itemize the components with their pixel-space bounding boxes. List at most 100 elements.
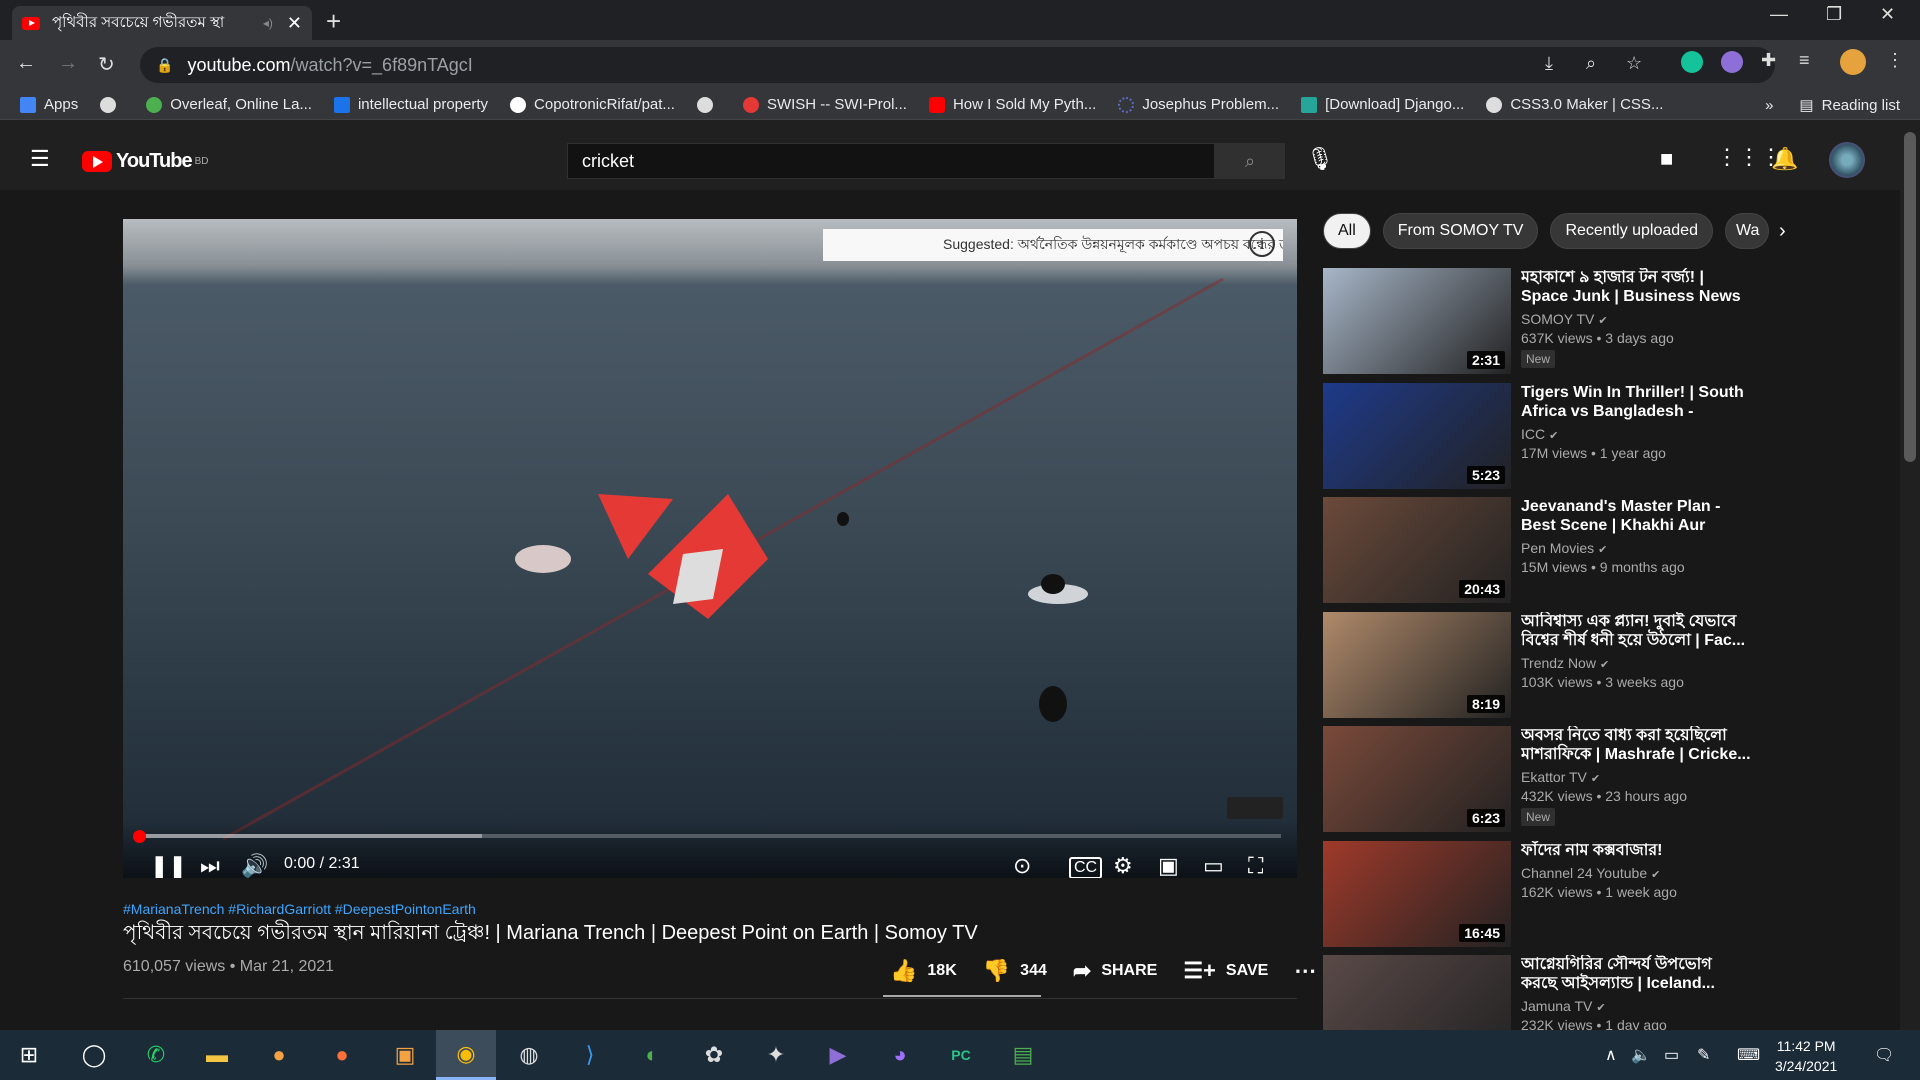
share-button[interactable]: ➦ SHARE xyxy=(1073,958,1157,984)
video-thumbnail[interactable]: 8:19 xyxy=(1323,611,1511,718)
install-icon[interactable]: ⤓ xyxy=(1545,53,1553,74)
like-button[interactable]: 👍 18K xyxy=(890,958,957,984)
taskbar-clock[interactable]: 11:42 PM 3/24/2021 xyxy=(1775,1036,1837,1076)
recommendation-item[interactable]: 5:23 Tigers Win In Thriller! | South Afri… xyxy=(1323,382,1893,491)
grammarly-extension-icon[interactable] xyxy=(1681,51,1703,73)
profile-avatar[interactable] xyxy=(1840,49,1866,75)
save-button[interactable]: ☰+ SAVE xyxy=(1183,958,1268,984)
youtube-logo[interactable]: YouTube BD xyxy=(82,150,208,173)
extensions-puzzle-icon[interactable]: ✚ xyxy=(1761,50,1776,71)
chip-all[interactable]: All xyxy=(1323,213,1371,249)
notifications-bell-icon[interactable]: 🔔 xyxy=(1771,146,1798,172)
next-icon[interactable]: ⏭ xyxy=(200,853,220,878)
chip-from-channel[interactable]: From SOMOY TV xyxy=(1382,213,1539,249)
recommendation-item[interactable]: 6:23 অবসর নিতে বাধ্য করা হয়েছিলো মাশরাফি… xyxy=(1323,726,1893,834)
pen-icon[interactable]: ✎ xyxy=(1697,1045,1710,1065)
network-icon[interactable]: ▭ xyxy=(1664,1045,1679,1065)
recommendation-title[interactable]: মহাকাশে ৯ হাজার টন বর্জ্য! | Space Junk … xyxy=(1521,268,1751,306)
chevron-more-icon[interactable]: » xyxy=(1765,97,1773,114)
video-player[interactable]: Suggested: অর্থনৈতিক উন্নয়নমূলক কর্মকাণ… xyxy=(123,219,1297,878)
page-scrollbar[interactable] xyxy=(1900,120,1920,1030)
firefox-icon[interactable]: ● xyxy=(325,1038,359,1072)
minimize-icon[interactable]: — xyxy=(1770,4,1788,25)
extension-icon[interactable] xyxy=(1721,51,1743,73)
bookmark-github[interactable]: CopotronicRifat/pat... xyxy=(510,96,675,113)
app-icon[interactable]: ✿ xyxy=(697,1038,731,1072)
recommendation-item[interactable]: 16:45 ফাঁদের নাম কক্সবাজার! Channel 24 You… xyxy=(1323,840,1893,949)
recommendation-item[interactable]: 2:31 মহাকাশে ৯ হাজার টন বর্জ্য! | Space J… xyxy=(1323,268,1893,376)
video-thumbnail[interactable]: 16:45 xyxy=(1323,840,1511,947)
media-control-icon[interactable]: ≡ xyxy=(1799,50,1810,71)
bookmark-apps[interactable]: Apps xyxy=(20,96,78,113)
microphone-icon[interactable]: 🎙 xyxy=(1306,146,1334,172)
chevron-right-icon[interactable]: › xyxy=(1779,220,1786,243)
chip-recently-uploaded[interactable]: Recently uploaded xyxy=(1550,213,1713,249)
visual-studio-icon[interactable]: ▶ xyxy=(821,1038,855,1072)
app-icon[interactable]: ✦ xyxy=(759,1038,793,1072)
pause-icon[interactable]: ❚❚ xyxy=(150,853,187,878)
tab-close-icon[interactable]: ✕ xyxy=(287,13,302,34)
search-button[interactable]: ⌕ xyxy=(1215,143,1285,179)
bookmark-swish[interactable]: SWISH -- SWI-Prol... xyxy=(742,96,907,113)
vscode-icon[interactable]: ⟩ xyxy=(573,1038,607,1072)
chip-watched[interactable]: Wa xyxy=(1724,213,1769,249)
channel-name[interactable]: Pen Movies xyxy=(1521,540,1594,556)
recommendation-title[interactable]: Tigers Win In Thriller! | South Africa v… xyxy=(1521,383,1751,421)
tab-mute-icon[interactable]: ◂) xyxy=(263,16,273,30)
app-icon[interactable]: ● xyxy=(262,1038,296,1072)
video-thumbnail[interactable]: 20:43 xyxy=(1323,497,1511,603)
pycharm-icon[interactable]: PC xyxy=(944,1038,978,1072)
bookmark-overleaf[interactable]: Overleaf, Online La... xyxy=(146,96,312,113)
account-avatar[interactable] xyxy=(1829,142,1865,178)
bookmark-globe[interactable] xyxy=(100,96,124,113)
reload-icon[interactable]: ↻ xyxy=(98,52,115,77)
close-window-icon[interactable]: ✕ xyxy=(1880,4,1895,25)
maximize-icon[interactable]: ❐ xyxy=(1826,4,1842,25)
tray-chevron-icon[interactable]: ∧ xyxy=(1605,1045,1617,1065)
app-icon[interactable]: ▤ xyxy=(1006,1038,1040,1072)
channel-name[interactable]: Ekattor TV xyxy=(1521,769,1587,785)
video-thumbnail[interactable]: 2:31 xyxy=(1323,268,1511,374)
progress-bar[interactable] xyxy=(133,830,1281,843)
search-input[interactable]: cricket xyxy=(567,143,1215,179)
recommendation-title[interactable]: আবিশ্বাস্য এক প্ল্যান! দুবাই যেভাবে বিশ্… xyxy=(1521,612,1751,650)
autoplay-toggle-icon[interactable]: ⊙ xyxy=(1013,853,1031,878)
more-actions-icon[interactable]: ⋯ xyxy=(1294,958,1316,984)
browser-menu-icon[interactable]: ⋮ xyxy=(1886,50,1904,71)
zoom-icon[interactable]: ⌕ xyxy=(1586,53,1596,74)
miniplayer-icon[interactable]: ▣ xyxy=(1158,853,1179,878)
reading-list[interactable]: » ▤ Reading list xyxy=(1765,96,1900,114)
fullscreen-icon[interactable]: ⛶ xyxy=(1248,853,1263,878)
cortana-icon[interactable]: ◯ xyxy=(77,1038,111,1072)
bookmark-ip[interactable]: intellectual property xyxy=(333,96,488,113)
app-icon[interactable]: ▣ xyxy=(388,1038,422,1072)
bookmark-django[interactable]: [Download] Django... xyxy=(1301,96,1464,113)
captions-icon[interactable]: CC xyxy=(1069,857,1103,878)
recommendation-item[interactable]: 8:19 আবিশ্বাস্য এক প্ল্যান! দুবাই যেভাবে … xyxy=(1323,611,1893,720)
channel-name[interactable]: Trendz Now xyxy=(1521,655,1596,671)
suggested-video-card[interactable]: Suggested: অর্থনৈতিক উন্নয়নমূলক কর্মকাণ… xyxy=(823,229,1283,261)
bookmark-star-icon[interactable]: ☆ xyxy=(1626,53,1642,74)
hashtags[interactable]: #MarianaTrench #RichardGarriott #Deepest… xyxy=(123,901,476,917)
channel-name[interactable]: SOMOY TV xyxy=(1521,311,1594,327)
dislike-button[interactable]: 👎 344 xyxy=(983,958,1047,984)
recommendation-title[interactable]: ফাঁদের নাম কক্সবাজার! xyxy=(1521,841,1751,860)
recommendation-title[interactable]: আগ্নেয়গিরির সৌন্দর্য উপভোগ করছে আইসল্যা… xyxy=(1521,955,1751,993)
chrome-icon[interactable]: ◉ xyxy=(436,1030,496,1080)
settings-gear-icon[interactable]: ⚙ xyxy=(1113,853,1133,878)
channel-name[interactable]: ICC xyxy=(1521,426,1545,442)
bookmark-css[interactable]: CSS3.0 Maker | CSS... xyxy=(1486,96,1663,113)
forward-icon[interactable]: → xyxy=(58,52,78,75)
info-icon[interactable]: i xyxy=(1249,231,1275,257)
file-explorer-icon[interactable]: ▬ xyxy=(200,1038,234,1072)
channel-name[interactable]: Channel 24 Youtube xyxy=(1521,865,1647,881)
new-tab-icon[interactable]: + xyxy=(326,6,341,37)
recommendation-item[interactable]: 20:43 Jeevanand's Master Plan - Best Scen… xyxy=(1323,497,1893,605)
back-icon[interactable]: ← xyxy=(16,52,36,75)
scrubber-handle[interactable] xyxy=(133,830,146,843)
speaker-icon[interactable]: 🔈 xyxy=(1631,1045,1651,1065)
github-desktop-icon[interactable]: ◍ xyxy=(512,1038,546,1072)
recommendation-title[interactable]: অবসর নিতে বাধ্য করা হয়েছিলো মাশরাফিকে |… xyxy=(1521,726,1751,764)
notifications-icon[interactable]: 🗨 xyxy=(1874,1045,1894,1065)
theater-mode-icon[interactable]: ▭ xyxy=(1203,853,1224,878)
